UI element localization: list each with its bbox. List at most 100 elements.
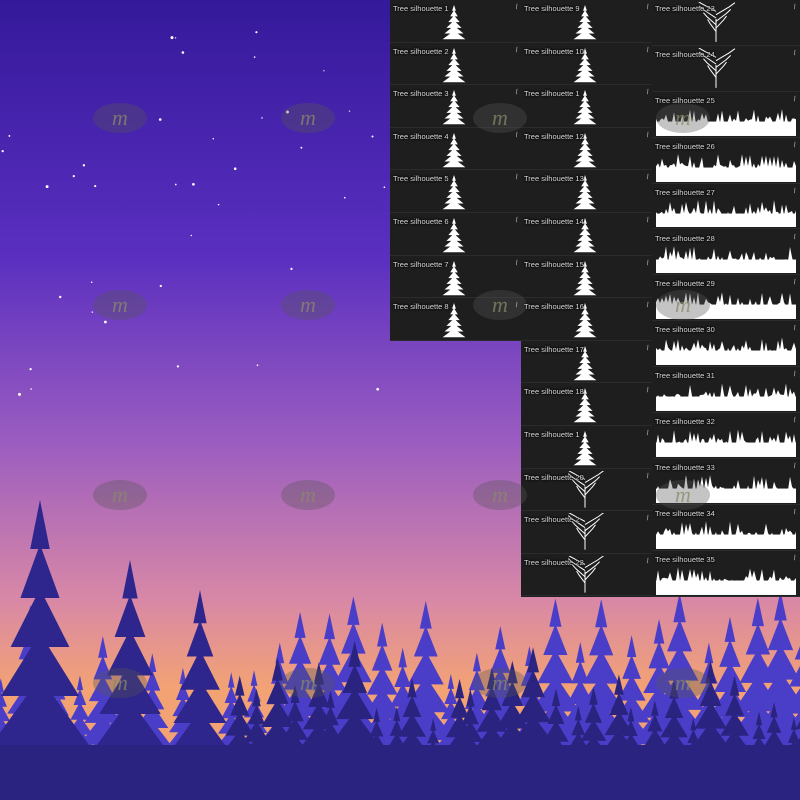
brush-thumbnail <box>656 516 798 554</box>
star <box>253 56 256 58</box>
brush-label: Tree silhouette 8 <box>393 302 449 312</box>
brush-label: Tree silhouette 26 <box>655 141 715 151</box>
brush-item[interactable]: Tree silhouette 1 / <box>521 85 653 128</box>
brush-label: Tree silhouette 28 <box>655 233 715 243</box>
brush-label: Tree silhouette 2 <box>393 46 449 56</box>
star <box>29 367 32 371</box>
pencil-icon: / <box>793 416 797 425</box>
brush-label: Tree silhouette 13 <box>524 174 584 184</box>
brush-item[interactable]: Tree silhouette 33 / <box>652 459 800 505</box>
treeline-icon <box>656 333 798 366</box>
brush-label: Tree silhouette 6 <box>393 217 449 226</box>
treeline-icon <box>656 149 798 182</box>
pencil-icon: / <box>515 3 519 12</box>
brush-label: Tree silhouette 33 <box>655 463 715 472</box>
pencil-icon: / <box>515 174 519 182</box>
brush-item[interactable]: Tree silhouette 4 / <box>390 128 522 171</box>
brush-item[interactable]: Tree silhouette 7 / <box>390 256 522 299</box>
brush-item[interactable]: Tree silhouette 3 / <box>390 85 522 128</box>
star <box>58 295 62 299</box>
brush-item[interactable]: Tree silhouette 35 / <box>652 551 800 597</box>
brush-item[interactable]: Tree silhouette 30 / <box>652 321 800 368</box>
brush-item[interactable]: Tree silhouette 29 / <box>652 275 800 324</box>
star <box>261 117 263 119</box>
pencil-icon: / <box>646 387 650 395</box>
brush-item[interactable]: Tree silhouette 32 / <box>652 413 800 459</box>
brush-item[interactable]: Tree silhouette 8 / <box>390 298 522 341</box>
brush-label: Tree silhouette 29 <box>655 279 715 289</box>
brush-label: Tree silhouette 24 <box>655 49 715 59</box>
brush-label: Tree silhouette 4 <box>393 131 449 141</box>
brush-item[interactable]: Tree silhouette 34 / <box>652 505 800 551</box>
pencil-icon: / <box>793 233 797 241</box>
pencil-icon: / <box>515 259 519 267</box>
brush-thumbnail <box>656 287 798 324</box>
brush-item[interactable]: Tree silhouette 13 / <box>521 170 653 213</box>
brush-thumbnail <box>656 562 798 600</box>
brush-label: Tree silhouette 25 <box>655 95 715 105</box>
pencil-icon: / <box>646 472 650 480</box>
brush-item[interactable]: Tree silhouette 1 / <box>521 426 653 469</box>
pencil-icon: / <box>793 508 797 517</box>
brush-item[interactable]: Tree silhouette 5 / <box>390 170 522 213</box>
brush-item[interactable]: Tree silhouette 20 / <box>521 466 653 512</box>
star <box>8 134 11 137</box>
brush-thumbnail <box>656 425 798 462</box>
brush-thumbnail <box>656 379 798 416</box>
brush-item[interactable]: Tree silhouette 10 / <box>521 43 653 86</box>
brush-item[interactable]: Tree silhouette 18 / <box>521 383 653 426</box>
pencil-icon: / <box>515 302 519 310</box>
pencil-icon: / <box>793 554 797 562</box>
pencil-icon: / <box>515 216 519 225</box>
brush-item[interactable]: Tree silhouette 17 / <box>521 341 653 384</box>
star <box>94 185 97 188</box>
pencil-icon: / <box>646 259 650 267</box>
brush-item[interactable]: Tree silhouette 16 / <box>521 298 653 341</box>
pencil-icon: / <box>793 3 797 12</box>
star <box>45 185 49 189</box>
brush-item[interactable]: Tree silhouette 9 / <box>521 0 653 43</box>
brush-label: Tree silhouette 35 <box>655 554 715 564</box>
star <box>104 320 107 324</box>
pencil-icon: / <box>793 462 797 471</box>
brush-item[interactable]: Tree silhouette 6 / <box>390 213 522 256</box>
brush-item[interactable]: Tree silhouette 2 / <box>390 43 522 86</box>
brush-label: Tree silhouette 22 <box>524 557 584 567</box>
star <box>18 392 21 396</box>
star <box>174 183 177 186</box>
brush-thumbnail <box>656 241 798 279</box>
brush-label: Tree silhouette 1 <box>393 4 449 13</box>
brush-label: Tree silhouette 14 <box>524 217 584 226</box>
pencil-icon: / <box>515 131 519 139</box>
brush-item[interactable]: Tree silhouette 31 / <box>652 367 800 416</box>
brush-item[interactable]: Tree silhouette 1 / <box>390 0 522 43</box>
brush-thumbnail <box>656 149 798 187</box>
brush-item[interactable]: Tree silhouette 26 / <box>652 138 800 184</box>
pencil-icon: / <box>646 429 650 438</box>
brush-item[interactable]: Tree silhouette 22 / <box>521 551 653 597</box>
brush-item[interactable]: Tree silhouette 28 / <box>652 230 800 276</box>
brush-item[interactable]: Tree silhouette 15 / <box>521 256 653 299</box>
brush-item[interactable]: Tree silhouette 14 / <box>521 213 653 256</box>
brush-label: Tree silhouette 15 <box>524 259 584 269</box>
brush-label: Tree silhouette 1 <box>524 430 580 439</box>
star <box>159 284 162 288</box>
brush-item[interactable]: Tree silhouette 27 / <box>652 184 800 230</box>
star <box>190 234 192 237</box>
pencil-icon: / <box>515 89 519 97</box>
star <box>343 196 346 199</box>
star <box>91 311 94 313</box>
brush-item[interactable]: Tree silhouette 25 / <box>652 92 800 138</box>
star <box>174 37 177 39</box>
star <box>181 51 185 54</box>
brush-item[interactable]: Tree silhouette 2 / <box>521 509 653 554</box>
brush-item[interactable]: Tree silhouette 24 / <box>652 44 800 92</box>
brush-label: Tree silhouette 30 <box>655 325 715 335</box>
pencil-icon: / <box>646 216 650 225</box>
star <box>217 203 220 206</box>
brush-item[interactable]: Tree silhouette 12 / <box>521 128 653 171</box>
star <box>376 387 380 391</box>
star <box>255 31 258 34</box>
star <box>383 186 386 189</box>
brush-item[interactable]: Tree silhouette 23 / <box>652 0 800 46</box>
